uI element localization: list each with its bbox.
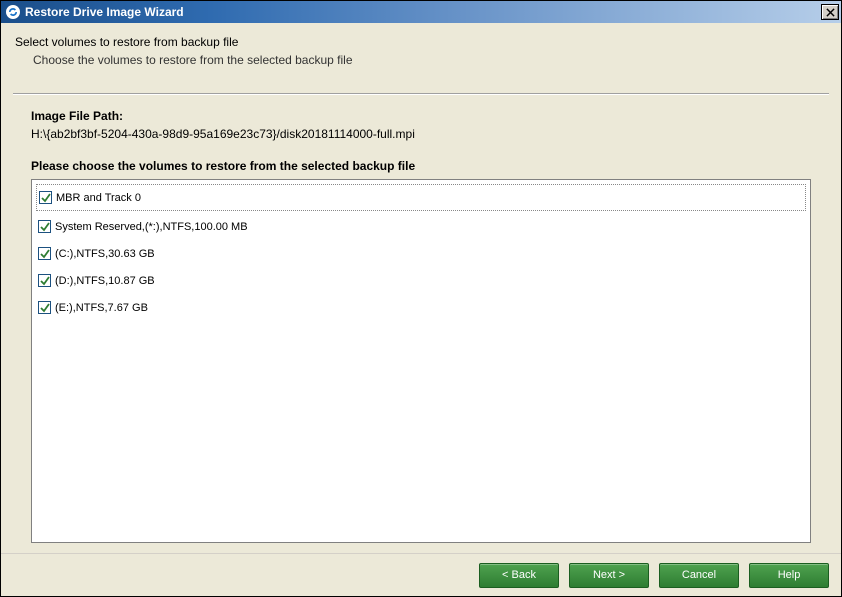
checkbox[interactable] <box>38 301 51 314</box>
checkbox[interactable] <box>38 247 51 260</box>
image-path-label: Image File Path: <box>31 109 811 123</box>
list-item[interactable]: (E:),NTFS,7.67 GB <box>36 294 806 321</box>
volume-label: (C:),NTFS,30.63 GB <box>55 248 155 260</box>
choose-volumes-label: Please choose the volumes to restore fro… <box>31 159 811 173</box>
checkbox[interactable] <box>39 191 52 204</box>
checkbox[interactable] <box>38 220 51 233</box>
checkbox[interactable] <box>38 274 51 287</box>
volume-label: (E:),NTFS,7.67 GB <box>55 302 148 314</box>
volume-list[interactable]: MBR and Track 0 System Reserved,(*:),NTF… <box>31 179 811 543</box>
list-item[interactable]: (C:),NTFS,30.63 GB <box>36 240 806 267</box>
help-button[interactable]: Help <box>749 563 829 588</box>
wizard-header-subtitle: Choose the volumes to restore from the s… <box>33 53 827 67</box>
window-title: Restore Drive Image Wizard <box>25 5 821 19</box>
wizard-header: Select volumes to restore from backup fi… <box>1 23 841 83</box>
list-item[interactable]: (D:),NTFS,10.87 GB <box>36 267 806 294</box>
close-button[interactable] <box>821 4 839 20</box>
list-item[interactable]: MBR and Track 0 <box>36 184 806 211</box>
wizard-header-title: Select volumes to restore from backup fi… <box>15 35 827 49</box>
volume-label: System Reserved,(*:),NTFS,100.00 MB <box>55 221 248 233</box>
cancel-button[interactable]: Cancel <box>659 563 739 588</box>
content-area: Image File Path: H:\{ab2bf3bf-5204-430a-… <box>1 95 841 553</box>
list-item[interactable]: System Reserved,(*:),NTFS,100.00 MB <box>36 213 806 240</box>
titlebar: Restore Drive Image Wizard <box>1 1 841 23</box>
image-path-value: H:\{ab2bf3bf-5204-430a-98d9-95a169e23c73… <box>31 127 811 141</box>
back-button[interactable]: < Back <box>479 563 559 588</box>
volume-label: MBR and Track 0 <box>56 192 141 204</box>
wizard-footer: < Back Next > Cancel Help <box>1 553 841 596</box>
next-button[interactable]: Next > <box>569 563 649 588</box>
wizard-window: Restore Drive Image Wizard Select volume… <box>0 0 842 597</box>
app-icon <box>5 4 21 20</box>
volume-label: (D:),NTFS,10.87 GB <box>55 275 155 287</box>
